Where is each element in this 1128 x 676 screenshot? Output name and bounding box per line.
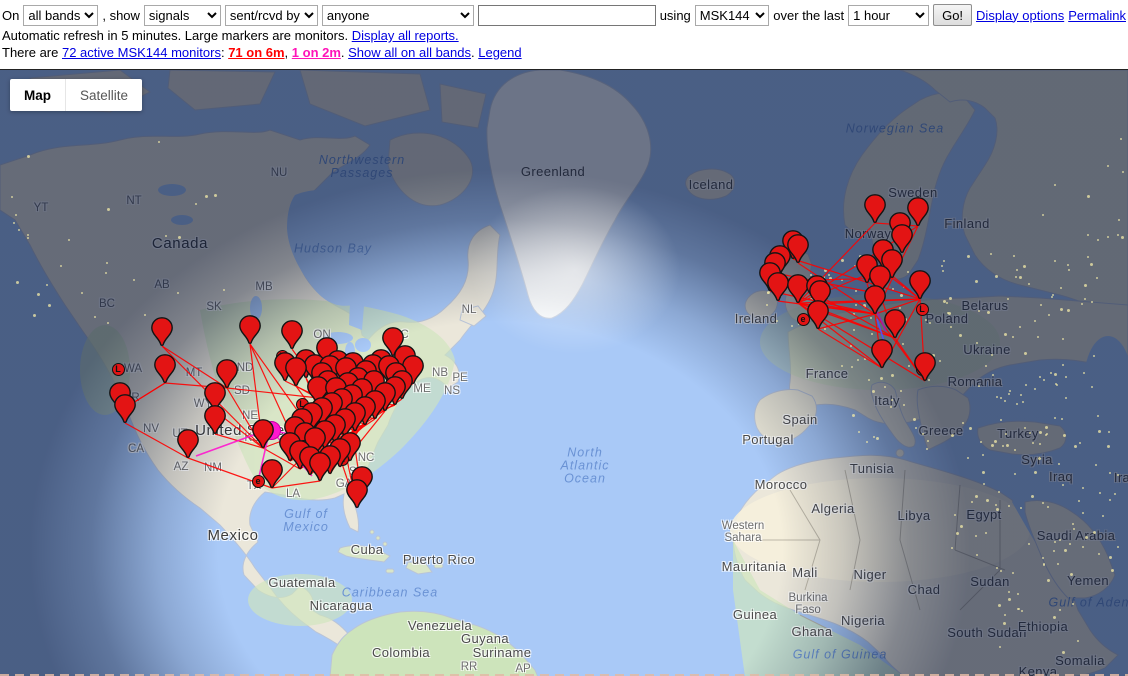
band-select[interactable]: all bands (23, 5, 98, 26)
world-map[interactable]: YTNTNUCanadaBCABSKMBNLNorthwestern Passa… (0, 69, 1128, 676)
mode-select[interactable]: MSK144 (695, 5, 770, 26)
monitor-pin[interactable] (114, 394, 136, 424)
monitor-pin[interactable] (154, 354, 176, 384)
show-label: , show (102, 8, 140, 23)
monitor-pin[interactable] (204, 405, 226, 435)
map-type-control: Map Satellite (10, 79, 142, 111)
over-label: over the last (773, 8, 844, 23)
legend-link[interactable]: Legend (478, 45, 521, 60)
monitor-pin[interactable] (252, 419, 274, 449)
using-label: using (660, 8, 691, 23)
monitor-pin[interactable] (871, 339, 893, 369)
report-marker[interactable]: L (112, 363, 125, 376)
monitor-pin[interactable] (909, 270, 931, 300)
monitor-pin[interactable] (807, 300, 829, 330)
timespan-select[interactable]: 1 hour (848, 5, 929, 26)
monitors-2m-link[interactable]: 1 on 2m (292, 45, 341, 60)
active-monitors-link[interactable]: 72 active MSK144 monitors (62, 45, 221, 60)
map-type-map-button[interactable]: Map (10, 79, 65, 111)
monitor-pin[interactable] (261, 459, 283, 489)
what-select[interactable]: signals (144, 5, 221, 26)
show-all-bands-link[interactable]: Show all on all bands (348, 45, 471, 60)
monitor-pin[interactable] (914, 352, 936, 382)
go-button[interactable]: Go! (933, 4, 972, 26)
map-type-satellite-button[interactable]: Satellite (65, 79, 142, 111)
monitor-pin[interactable] (285, 357, 307, 387)
on-label: On (2, 8, 19, 23)
monitor-pin[interactable] (151, 317, 173, 347)
monitor-pin[interactable] (864, 285, 886, 315)
monitor-pin[interactable] (281, 320, 303, 350)
monitor-markers: LLLLLLeeLe (0, 70, 1128, 676)
display-options-link[interactable]: Display options (976, 8, 1064, 23)
monitor-pin[interactable] (884, 309, 906, 339)
permalink-link[interactable]: Permalink (1068, 8, 1126, 23)
callsign-input[interactable] (478, 5, 656, 26)
toolbar: On all bands , show signals sent/rcvd by… (0, 0, 1128, 69)
refresh-text: Automatic refresh in 5 minutes. Large ma… (2, 28, 352, 43)
display-all-reports-link[interactable]: Display all reports. (352, 28, 459, 43)
direction-select[interactable]: sent/rcvd by (225, 5, 318, 26)
monitor-pin[interactable] (309, 452, 331, 482)
monitors-prefix: There are (2, 45, 62, 60)
monitor-pin[interactable] (767, 272, 789, 302)
monitor-pin[interactable] (239, 315, 261, 345)
monitors-6m-link[interactable]: 71 on 6m (228, 45, 284, 60)
monitor-pin[interactable] (177, 429, 199, 459)
who-select[interactable]: anyone (322, 5, 474, 26)
monitor-pin[interactable] (864, 194, 886, 224)
monitor-pin[interactable] (346, 479, 368, 509)
report-marker[interactable]: L (916, 303, 929, 316)
